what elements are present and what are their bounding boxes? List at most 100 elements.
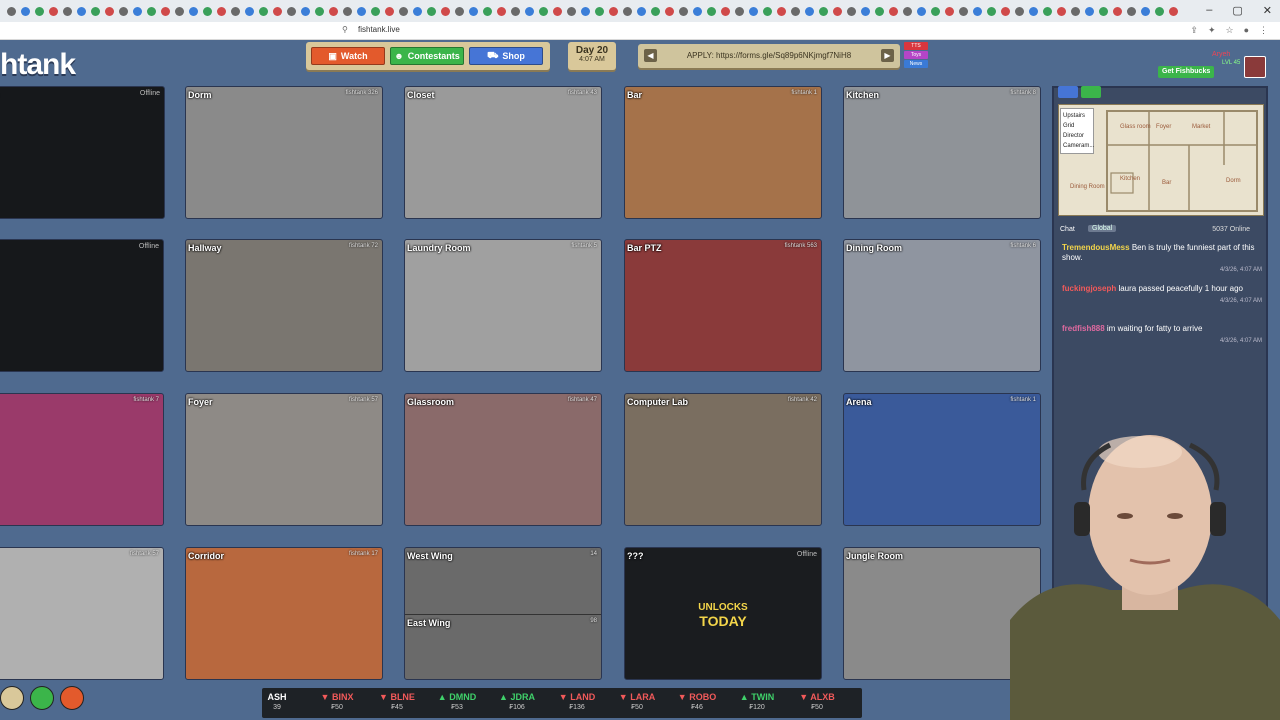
browser-tab[interactable]	[1168, 6, 1178, 16]
browser-tab[interactable]	[76, 6, 86, 16]
browser-tab[interactable]	[720, 6, 730, 16]
browser-tab[interactable]	[622, 6, 632, 16]
browser-tab[interactable]	[118, 6, 128, 16]
coin-icon[interactable]	[0, 686, 24, 710]
browser-tab[interactable]	[398, 6, 408, 16]
ticker-item[interactable]: ▼ LARA ₣50	[612, 692, 662, 711]
map-room-bar[interactable]: Bar	[1162, 180, 1171, 186]
browser-tab[interactable]	[650, 6, 660, 16]
browser-tab[interactable]	[818, 6, 828, 16]
news-button[interactable]: News	[904, 60, 928, 68]
browser-tab[interactable]	[132, 6, 142, 16]
notification-icon[interactable]	[60, 686, 84, 710]
browser-tab[interactable]	[776, 6, 786, 16]
browser-tab[interactable]	[524, 6, 534, 16]
maximize-icon[interactable]: ▢	[1232, 4, 1242, 17]
browser-tab[interactable]	[230, 6, 240, 16]
browser-tab[interactable]	[1070, 6, 1080, 16]
camera-tile[interactable]: Corridor fishtank 17	[185, 547, 383, 680]
browser-tab[interactable]	[342, 6, 352, 16]
browser-tab[interactable]	[902, 6, 912, 16]
map-room-market[interactable]: Market	[1192, 124, 1210, 130]
browser-tab[interactable]	[1098, 6, 1108, 16]
browser-tab[interactable]	[748, 6, 758, 16]
map-room-glassroom[interactable]: Glass room	[1120, 124, 1151, 130]
browser-tab[interactable]	[594, 6, 604, 16]
browser-tab[interactable]	[734, 6, 744, 16]
ticker-item[interactable]: ▲ TWIN ₣120	[732, 692, 782, 711]
camera-tile[interactable]: Hallway fishtank 72	[185, 239, 383, 372]
ticker-item[interactable]: ▼ LAND ₣136	[552, 692, 602, 711]
chat-tool-button[interactable]	[1081, 86, 1101, 98]
shop-button[interactable]: ⛟ Shop	[469, 47, 543, 65]
site-info-icon[interactable]: ⚲	[342, 25, 348, 34]
profile-icon[interactable]: ●	[1244, 25, 1249, 36]
next-announcement-button[interactable]: ▶	[881, 49, 894, 62]
browser-tab[interactable]	[370, 6, 380, 16]
browser-tab[interactable]	[482, 6, 492, 16]
browser-tab[interactable]	[762, 6, 772, 16]
legend-grid[interactable]: Grid	[1063, 121, 1091, 131]
browser-tab[interactable]	[244, 6, 254, 16]
ticker-item[interactable]: ▼ ROBO ₣46	[672, 692, 722, 711]
ticker-item[interactable]: ASH 39	[252, 692, 302, 711]
browser-tab[interactable]	[496, 6, 506, 16]
browser-tab[interactable]	[426, 6, 436, 16]
browser-tab[interactable]	[216, 6, 226, 16]
browser-tab[interactable]	[510, 6, 520, 16]
browser-tab[interactable]	[930, 6, 940, 16]
browser-tab[interactable]	[412, 6, 422, 16]
browser-tab[interactable]	[188, 6, 198, 16]
browser-tab[interactable]	[958, 6, 968, 16]
browser-tab[interactable]	[1000, 6, 1010, 16]
browser-tab[interactable]	[258, 6, 268, 16]
browser-tab[interactable]	[314, 6, 324, 16]
browser-tab[interactable]	[790, 6, 800, 16]
toys-button[interactable]: Toys	[904, 51, 928, 59]
camera-tile[interactable]: Computer Lab fishtank 42	[624, 393, 822, 526]
ticker-item[interactable]: ▲ JDRA ₣106	[492, 692, 542, 711]
chat-username[interactable]: fuckingjoseph	[1062, 284, 1118, 293]
camera-tile[interactable]: Closet fishtank 43	[404, 86, 602, 219]
browser-tab[interactable]	[804, 6, 814, 16]
browser-tab[interactable]	[566, 6, 576, 16]
browser-tab[interactable]	[62, 6, 72, 16]
browser-tab[interactable]	[272, 6, 282, 16]
camera-tile[interactable]: amanOffline	[0, 239, 164, 372]
minimize-icon[interactable]: –	[1206, 4, 1212, 17]
address-bar[interactable]: ⚲ fishtank.live ⇪ ✦ ☆ ● ⋮	[0, 22, 1280, 40]
browser-tab[interactable]	[678, 6, 688, 16]
browser-tab[interactable]	[832, 6, 842, 16]
browser-tab[interactable]	[356, 6, 366, 16]
browser-tab[interactable]	[944, 6, 954, 16]
share-icon[interactable]: ⇪	[1190, 25, 1198, 36]
browser-tab[interactable]	[286, 6, 296, 16]
watch-button[interactable]: ▣ Watch	[311, 47, 385, 65]
browser-tab[interactable]	[202, 6, 212, 16]
browser-tab[interactable]	[6, 6, 16, 16]
map-room-foyer[interactable]: Foyer	[1156, 124, 1171, 130]
browser-tab[interactable]	[1056, 6, 1066, 16]
camera-tile[interactable]: Laundry Room fishtank 5	[404, 239, 602, 372]
announcement-text[interactable]: APPLY: https://forms.gle/Sq89p6NKjmgf7Ni…	[658, 51, 880, 60]
browser-tab[interactable]	[608, 6, 618, 16]
camera-tile[interactable]: West Wing 14 East Wing 98	[404, 547, 602, 680]
camera-tile[interactable]: Dorm fishtank 326	[185, 86, 383, 219]
camera-tile[interactable]: sionalfishtank 57	[0, 547, 164, 680]
map-room-kitchen[interactable]: Kitchen	[1120, 176, 1140, 182]
browser-tab[interactable]	[328, 6, 338, 16]
camera-tile[interactable]: Bar fishtank 1	[624, 86, 822, 219]
camera-tile[interactable]: Kitchen fishtank 8	[843, 86, 1041, 219]
browser-tab[interactable]	[454, 6, 464, 16]
ticker-item[interactable]: ▼ ALXB ₣50	[792, 692, 842, 711]
camera-tile[interactable]: r ModeOffline	[0, 86, 165, 219]
extension-icon[interactable]: ✦	[1208, 25, 1216, 36]
browser-tab[interactable]	[34, 6, 44, 16]
get-fishbucks-button[interactable]: Get Fishbucks	[1158, 66, 1215, 78]
browser-tab[interactable]	[888, 6, 898, 16]
browser-tab[interactable]	[1112, 6, 1122, 16]
browser-tab[interactable]	[706, 6, 716, 16]
browser-tab[interactable]	[440, 6, 450, 16]
browser-tab[interactable]	[1028, 6, 1038, 16]
camera-tile[interactable]: ??? Offline UNLOCKS TODAY	[624, 547, 822, 680]
